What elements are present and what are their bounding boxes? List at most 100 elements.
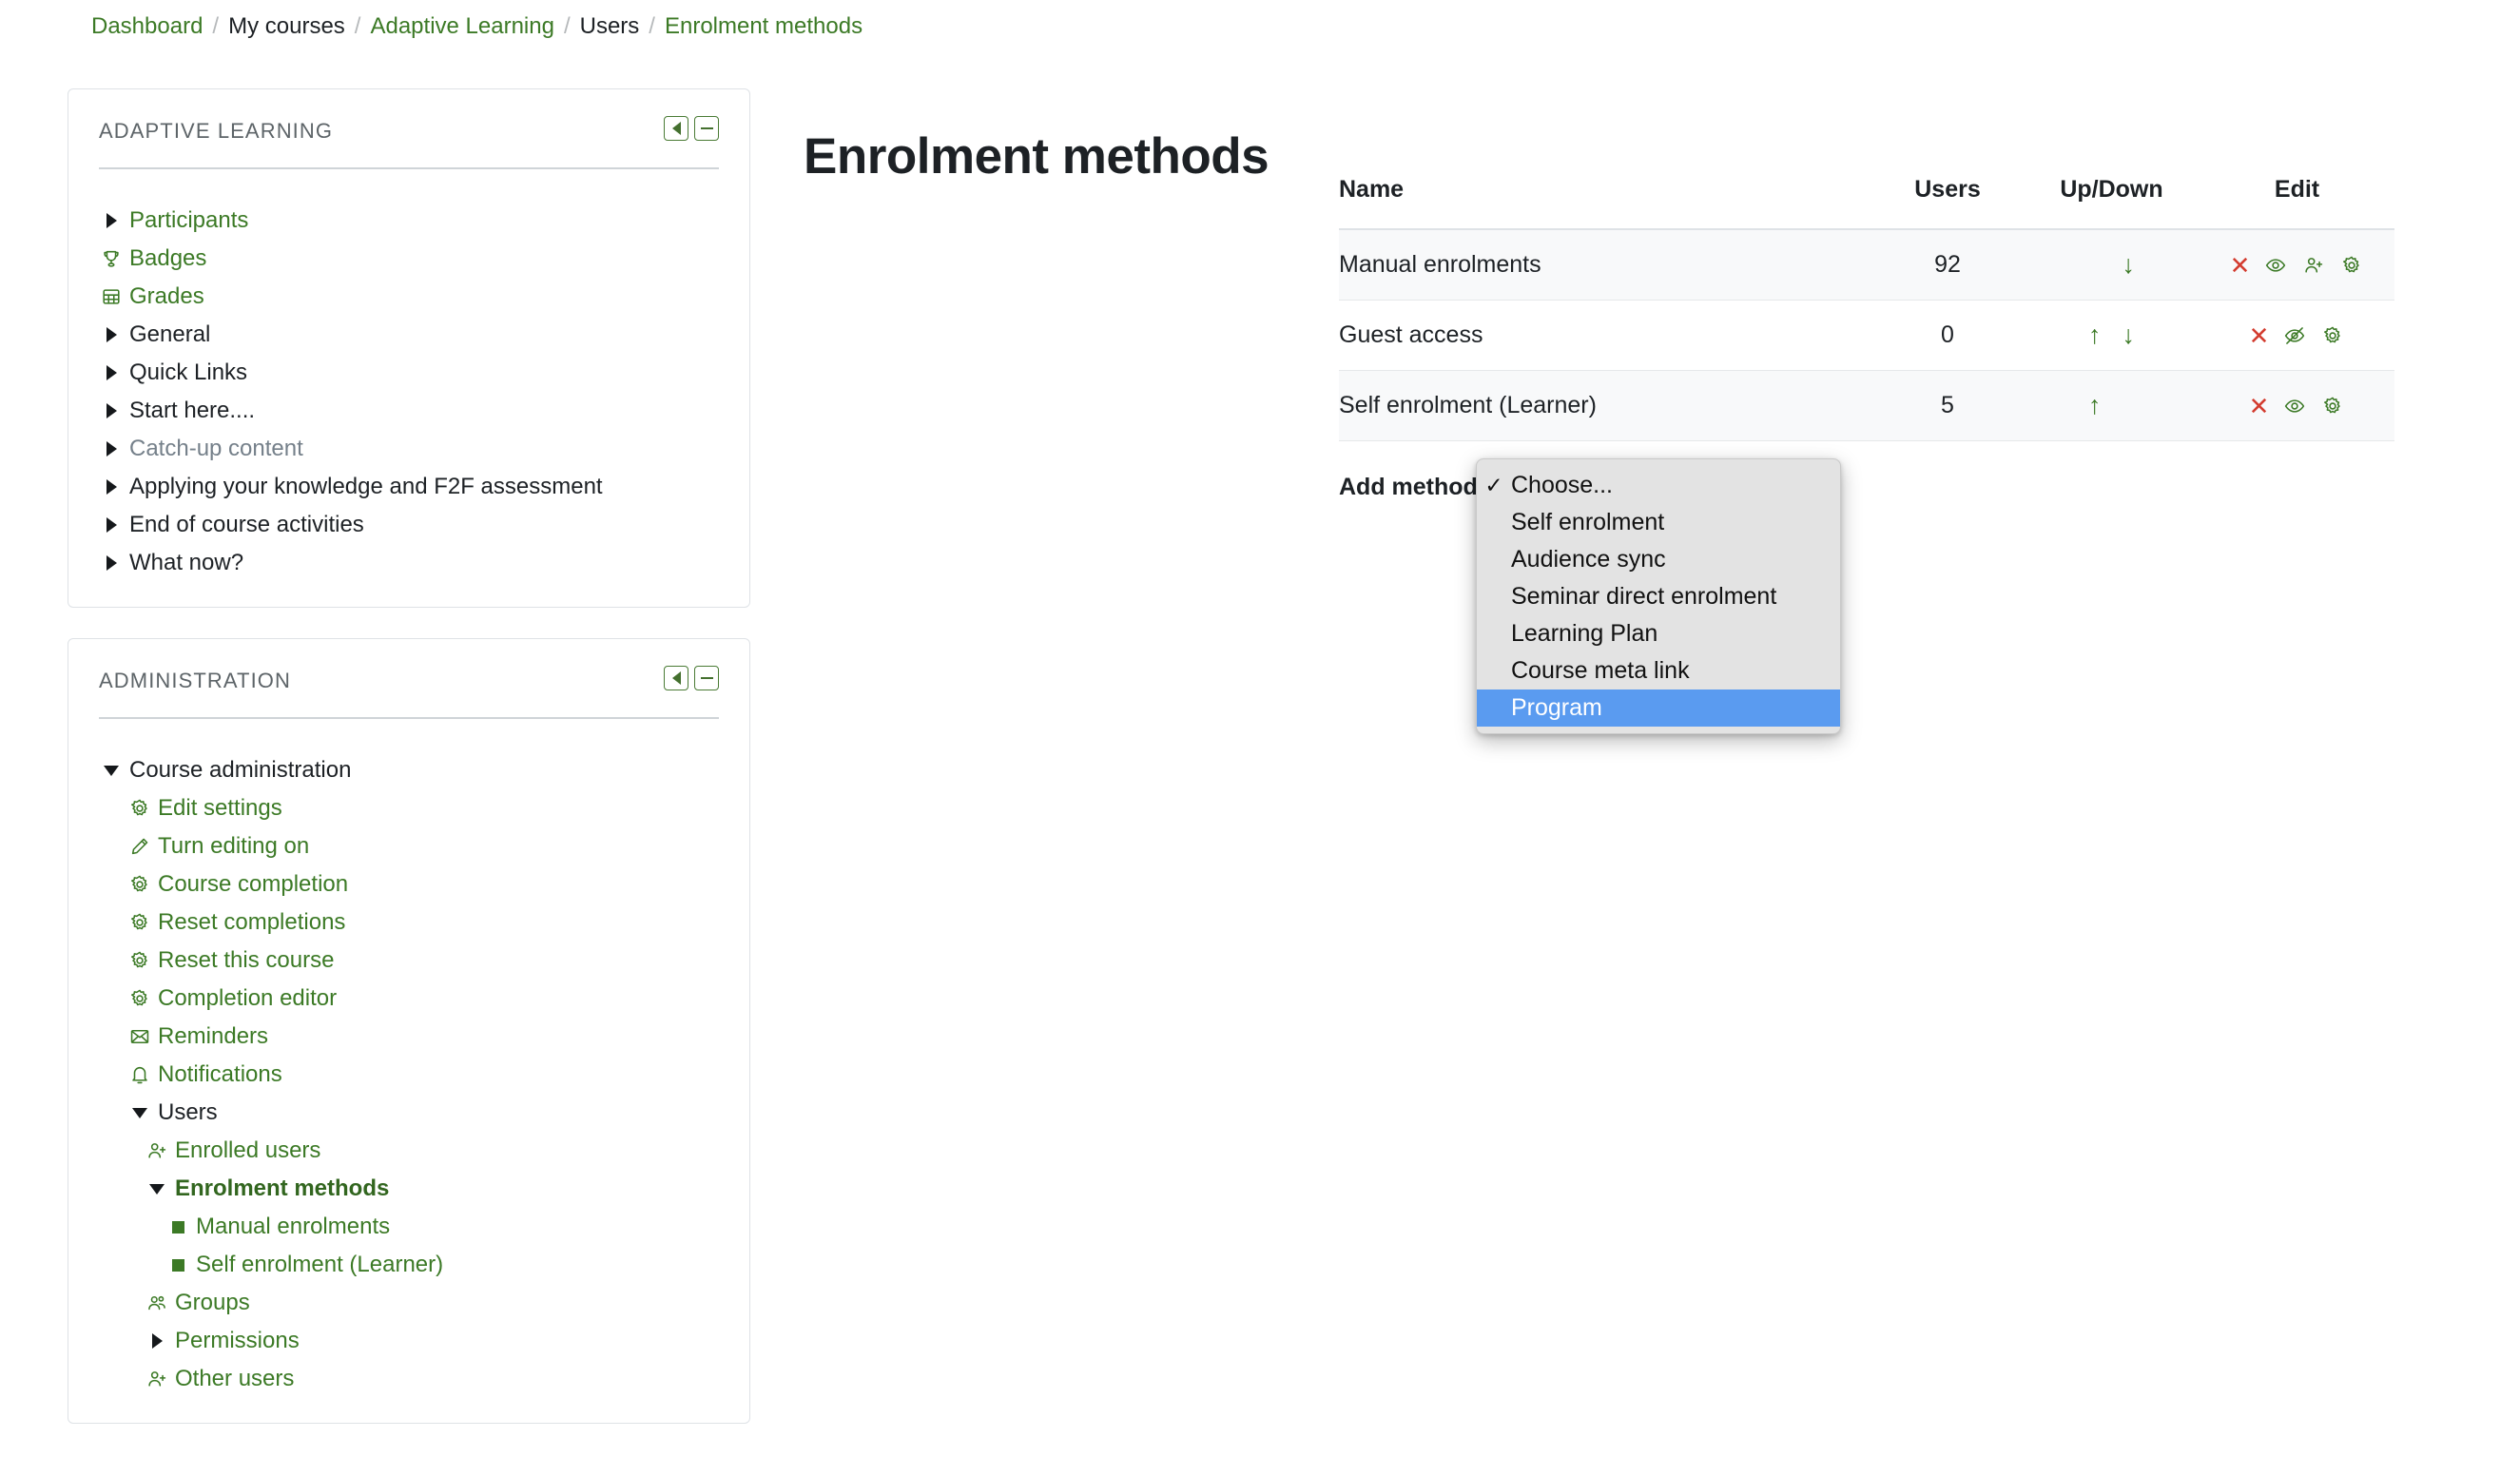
dropdown-option-audience-sync[interactable]: Audience sync <box>1477 541 1840 578</box>
nav-item-start-here[interactable]: Start here.... <box>99 392 719 430</box>
nav-item-enrolled-users[interactable]: Enrolled users <box>99 1132 719 1170</box>
nav-item-other-users[interactable]: Other users <box>99 1360 719 1398</box>
nav-item-notifications[interactable]: Notifications <box>99 1056 719 1094</box>
move-down-icon[interactable]: ↓ <box>2123 252 2136 278</box>
enrolment-methods-table: Name Users Up/Down Edit Manual enrolment… <box>1339 176 2394 441</box>
dock-block-button[interactable] <box>664 116 688 141</box>
move-down-icon[interactable]: ↓ <box>2123 322 2136 348</box>
block-title: ADAPTIVE LEARNING <box>99 119 334 143</box>
table-header-row: Name Users Up/Down Edit <box>1339 176 2394 230</box>
block-body: Course administration Edit settings Turn e… <box>99 719 719 1398</box>
envelope-icon <box>127 1025 152 1048</box>
page-title: Enrolment methods <box>804 127 1270 185</box>
dropdown-option-self-enrolment[interactable]: Self enrolment <box>1477 504 1840 541</box>
dropdown-option-seminar-direct-enrolment[interactable]: Seminar direct enrolment <box>1477 578 1840 615</box>
nav-item-label: Users <box>158 1099 218 1125</box>
nav-item-general[interactable]: General <box>99 316 719 354</box>
eye-icon[interactable] <box>2282 395 2307 418</box>
nav-item-grades[interactable]: Grades <box>99 278 719 316</box>
collapse-block-button[interactable] <box>694 666 719 690</box>
nav-item-label: Completion editor <box>158 985 338 1011</box>
breadcrumb-separator: / <box>563 13 571 39</box>
nav-item-label: Groups <box>175 1290 250 1315</box>
nav-item-permissions[interactable]: Permissions <box>99 1322 719 1360</box>
nav-item-label: Enrolment methods <box>175 1175 390 1201</box>
caret-right-icon <box>99 476 124 498</box>
nav-item-end-of-course-activities[interactable]: End of course activities <box>99 506 719 544</box>
nav-item-enrolment-methods[interactable]: Enrolment methods <box>99 1170 719 1208</box>
breadcrumb-item-dashboard[interactable]: Dashboard <box>91 11 203 42</box>
nav-item-participants[interactable]: Participants <box>99 202 719 240</box>
nav-item-what-now[interactable]: What now? <box>99 544 719 582</box>
nav-item-label: Edit settings <box>158 795 282 821</box>
users-group-icon <box>145 1292 169 1314</box>
nav-item-catch-up-content[interactable]: Catch-up content <box>99 430 719 468</box>
dock-block-button[interactable] <box>664 666 688 690</box>
nav-item-turn-editing-on[interactable]: Turn editing on <box>99 827 719 865</box>
square-bullet-icon <box>165 1215 190 1238</box>
delete-icon[interactable]: ✕ <box>2249 323 2270 348</box>
add-method-label: Add method <box>1339 474 1478 500</box>
square-bullet-icon <box>165 1253 190 1276</box>
add-method-dropdown-popup[interactable]: ✓ Choose... Self enrolment Audience sync Sem… <box>1476 458 1841 734</box>
enrol-users-icon[interactable] <box>2301 254 2326 277</box>
caret-right-icon <box>99 323 124 346</box>
nav-item-reminders[interactable]: Reminders <box>99 1018 719 1056</box>
nav-item-label: Manual enrolments <box>196 1214 391 1239</box>
dropdown-option-program[interactable]: Program <box>1477 690 1840 727</box>
nav-item-reset-this-course[interactable]: Reset this course <box>99 942 719 980</box>
breadcrumb-item-adaptive-learning[interactable]: Adaptive Learning <box>370 11 553 42</box>
table-row: Manual enrolments92↑↓ ✕ <box>1339 229 2394 301</box>
breadcrumb-item-enrolment-methods[interactable]: Enrolment methods <box>665 11 863 42</box>
move-up-icon[interactable]: ↑ <box>2088 322 2102 348</box>
nav-item-manual-enrolments[interactable]: Manual enrolments <box>99 1208 719 1246</box>
user-plus-icon <box>145 1368 169 1390</box>
nav-item-course-completion[interactable]: Course completion <box>99 865 719 903</box>
dropdown-option-label: Learning Plan <box>1511 620 1658 647</box>
table-row: Guest access 0 ↑ ↓ ✕ <box>1339 300 2394 371</box>
block-title: ADMINISTRATION <box>99 669 291 692</box>
eye-slash-icon[interactable] <box>2282 324 2307 347</box>
nav-item-self-enrolment-learner[interactable]: Self enrolment (Learner) <box>99 1246 719 1284</box>
gear-icon <box>127 949 152 972</box>
nav-item-completion-editor[interactable]: Completion editor <box>99 980 719 1018</box>
move-up-icon[interactable]: ↑ <box>2088 393 2102 418</box>
caret-right-icon <box>99 552 124 574</box>
nav-item-course-administration[interactable]: Course administration <box>99 751 719 789</box>
nav-item-label: Permissions <box>175 1328 300 1353</box>
delete-icon[interactable]: ✕ <box>2230 253 2251 278</box>
nav-item-badges[interactable]: Badges <box>99 240 719 278</box>
eye-icon[interactable] <box>2263 254 2288 277</box>
cell-edit-actions: ✕ <box>2200 300 2394 371</box>
nav-item-label: What now? <box>129 550 244 575</box>
nav-item-label: Turn editing on <box>158 833 310 859</box>
nav-item-groups[interactable]: Groups <box>99 1284 719 1322</box>
nav-item-label: Notifications <box>158 1061 282 1087</box>
trophy-icon <box>99 247 124 270</box>
breadcrumb-separator: / <box>212 13 220 39</box>
nav-item-edit-settings[interactable]: Edit settings <box>99 789 719 827</box>
triangle-left-icon <box>671 671 681 685</box>
nav-item-reset-completions[interactable]: Reset completions <box>99 903 719 942</box>
dropdown-option-course-meta-link[interactable]: Course meta link <box>1477 652 1840 690</box>
nav-item-label: Start here.... <box>129 398 256 423</box>
caret-right-icon <box>145 1330 169 1352</box>
nav-item-quick-links[interactable]: Quick Links <box>99 354 719 392</box>
gear-icon[interactable] <box>2339 254 2364 277</box>
dropdown-option-learning-plan[interactable]: Learning Plan <box>1477 615 1840 652</box>
gear-icon[interactable] <box>2320 324 2345 347</box>
delete-icon[interactable]: ✕ <box>2249 394 2270 418</box>
collapse-block-button[interactable] <box>694 116 719 141</box>
gear-icon[interactable] <box>2320 395 2345 418</box>
nav-item-users[interactable]: Users <box>99 1094 719 1132</box>
dropdown-option-choose[interactable]: ✓ Choose... <box>1477 467 1840 504</box>
column-header-users: Users <box>1871 176 2024 230</box>
nav-item-label: Reminders <box>158 1023 269 1049</box>
enrolment-methods-table-wrap: Name Users Up/Down Edit Manual enrolment… <box>1339 176 2394 441</box>
caret-right-icon <box>99 399 124 422</box>
dropdown-option-label: Audience sync <box>1511 546 1666 573</box>
breadcrumb-item-my-courses: My courses <box>228 13 345 39</box>
block-controls <box>664 116 719 141</box>
dropdown-option-label: Self enrolment <box>1511 509 1665 535</box>
nav-item-applying-your-knowledge-and-f2f-assessment[interactable]: Applying your knowledge and F2F assessme… <box>99 468 719 506</box>
